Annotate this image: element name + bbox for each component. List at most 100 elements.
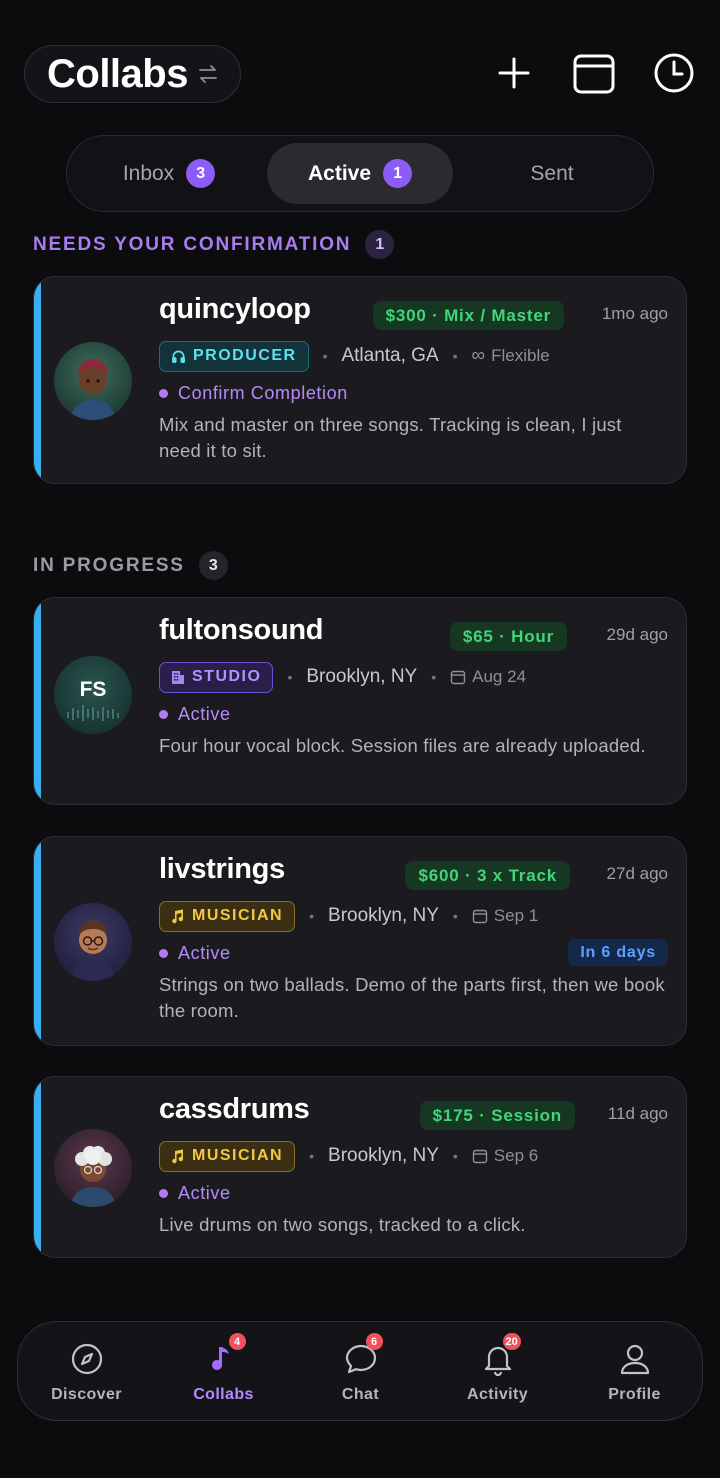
date-meta: Sep 6 [472,1146,538,1166]
timestamp: 1mo ago [601,304,668,323]
tab-sent[interactable]: Sent [457,143,647,204]
date-label: Aug 24 [472,667,527,686]
avatar [54,903,132,981]
calendar-button[interactable] [572,51,616,95]
price-badge: $300 · Mix / Master [372,301,564,330]
separator-dot: • [309,1148,315,1164]
timestamp: 29d ago [606,625,668,644]
bottom-nav: Discover 4 Collabs 6 Chat 20 Activity Pr… [17,1321,703,1421]
page-title: Collabs [47,51,188,96]
avatar-initials: FS [79,678,107,701]
nav-item-collabs[interactable]: 4 Collabs [155,1322,292,1422]
avatar-portrait-icon [54,1129,132,1207]
location: Atlanta, GA [341,345,439,366]
username: cassdrums [159,1093,310,1125]
timestamp: 11d ago [607,1104,668,1123]
separator-dot: • [452,1148,458,1164]
schedule-label: Flexible [491,346,550,365]
music-note-icon [172,909,184,923]
status-label: Active [178,703,231,724]
card-body: fultonsound $65 · Hour 29d ago STUDIO • … [159,614,668,759]
headphones-icon [172,350,185,363]
music-note-icon: 4 [207,1333,246,1376]
price-badge: $600 · 3 x Track [405,861,570,890]
nav-item-discover[interactable]: Discover [18,1322,155,1422]
nav-label: Collabs [193,1386,254,1403]
calendar-icon [472,1149,487,1164]
nav-item-profile[interactable]: Profile [566,1322,703,1422]
avatar [54,342,132,420]
price-badge: $65 · Hour [449,622,567,651]
location: Brooklyn, NY [328,905,439,926]
tab-count-badge: 1 [383,159,413,188]
tab-label: Active [307,161,372,185]
section-title: NEEDS YOUR CONFIRMATION [33,233,352,255]
notification-badge: 6 [365,1333,383,1350]
separator-dot: • [431,669,437,685]
collabs-title-switcher[interactable]: Collabs [24,45,241,103]
tab-active[interactable]: Active 1 [267,143,453,204]
header-actions [492,51,696,95]
avatar-portrait-icon [54,342,132,420]
section-count-badge: 3 [198,551,228,580]
separator-dot: • [452,908,458,924]
music-note-icon [172,1149,184,1163]
nav-item-activity[interactable]: 20 Activity [429,1322,566,1422]
card-body: livstrings $600 · 3 x Track 27d ago MUSI… [159,853,668,1024]
tab-label: Inbox [122,161,175,185]
role-badge: STUDIO [159,661,274,693]
header: Collabs [24,45,696,103]
card-accent-bar [34,598,41,804]
nav-item-chat[interactable]: 6 Chat [292,1322,429,1422]
due-badge: In 6 days [568,939,668,966]
role-label: MUSICIAN [192,907,284,924]
description: Strings on two ballads. Demo of the part… [159,974,665,1021]
nav-label: Chat [341,1386,380,1403]
collab-card[interactable]: livstrings $600 · 3 x Track 27d ago MUSI… [33,836,687,1046]
collab-card[interactable]: quincyloop $300 · Mix / Master 1mo ago P… [33,276,687,484]
section-title: IN PROGRESS [33,554,185,576]
card-accent-bar [34,277,41,483]
separator-dot: • [309,908,315,924]
section-needs-confirmation: NEEDS YOUR CONFIRMATION 1 [33,230,395,259]
clock-icon [654,53,694,93]
calendar-icon [450,670,466,685]
username: fultonsound [159,614,324,646]
nav-label: Activity [467,1386,528,1403]
card-body: cassdrums $175 · Session 11d ago MUSICIA… [159,1093,668,1238]
price-badge: $175 · Session [419,1101,575,1130]
date-meta: Sep 1 [472,906,538,926]
date-label: Sep 1 [493,906,539,925]
avatar-portrait-icon [54,903,132,981]
separator-dot: • [322,348,328,364]
status-label: Active [178,1182,231,1203]
description: Four hour vocal block. Session files are… [159,735,646,756]
avatar [54,1129,132,1207]
add-button[interactable] [492,51,536,95]
status-dot-icon [159,709,168,719]
person-icon [618,1342,652,1376]
separator-dot: • [452,348,458,364]
section-in-progress: IN PROGRESS 3 [33,551,228,580]
infinity-icon: ∞ [471,345,486,366]
role-badge: MUSICIAN [159,900,296,932]
tab-inbox[interactable]: Inbox 3 [74,143,264,204]
nav-label: Profile [608,1386,661,1403]
status-label: Active [178,942,231,963]
notification-badge: 4 [228,1333,246,1350]
status-dot-icon [159,1188,168,1198]
status-dot-icon [159,948,168,958]
status-dot-icon [159,388,168,398]
building-icon [172,670,184,684]
schedule-meta: ∞ Flexible [472,345,550,367]
role-badge: MUSICIAN [159,1140,296,1172]
collab-card[interactable]: FS fultonsound $65 · Hour 29d ago STUDIO… [33,597,687,805]
section-count-badge: 1 [365,230,395,259]
collab-tabs: Inbox 3 Active 1 Sent [66,135,654,212]
tab-label: Sent [530,161,574,185]
username: livstrings [159,853,285,885]
location: Brooklyn, NY [328,1145,439,1166]
history-button[interactable] [652,51,696,95]
collab-card[interactable]: cassdrums $175 · Session 11d ago MUSICIA… [33,1076,687,1258]
description: Mix and master on three songs. Tracking … [159,414,622,461]
